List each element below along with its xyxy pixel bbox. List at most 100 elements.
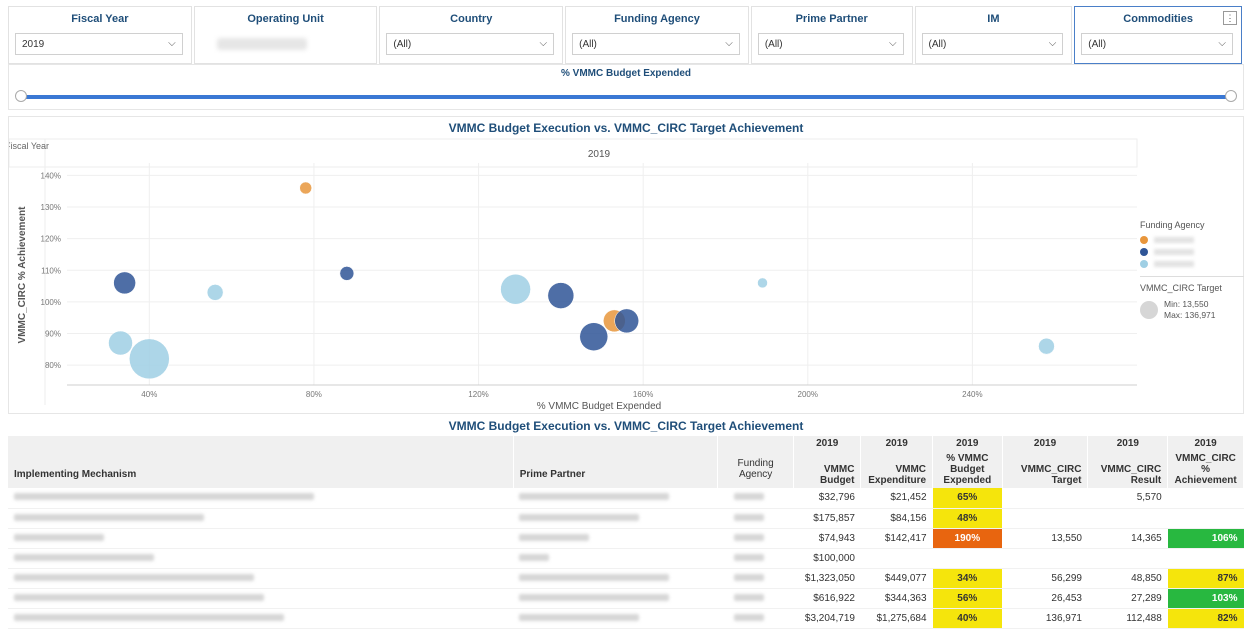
data-point [299, 181, 312, 195]
scatter-chart: Fiscal Year 2019 80% 90% 100% 110% 120% 130% 140… [9, 138, 1138, 412]
x-tick-label: 80% [306, 390, 322, 399]
filter-funding-agency: Funding Agency (All) ⌵ [565, 6, 749, 64]
filter-title: Fiscal Year [71, 13, 129, 25]
table-row[interactable]: $3,204,719 $1,275,684 40% 136,971 112,488 82% [8, 608, 1244, 629]
data-point [500, 273, 531, 305]
agency-cell [717, 488, 794, 509]
chevron-down-icon: ⌵ [725, 38, 733, 49]
year-label: 2019 [793, 436, 862, 451]
col-circ-result[interactable]: VMMC_CIRC Result [1087, 451, 1169, 488]
size-range: Min: 13,550 Max: 136,971 [1164, 299, 1216, 321]
table-body: $32,796 $21,452 65% 5,570 $175,857 $84,156 48%… [8, 488, 1244, 629]
more-options-icon[interactable]: ⋮ [1223, 11, 1237, 25]
col-prime-partner[interactable]: Prime Partner [513, 436, 719, 488]
y-axis-label: VMMC_CIRC % Achievement [17, 206, 28, 344]
chevron-down-icon: ⌵ [1048, 38, 1057, 49]
result-cell: 27,289 [1087, 588, 1168, 609]
filter-country: Country (All) ⌵ [379, 6, 564, 64]
funding-agency-select[interactable]: (All) ⌵ [572, 33, 740, 55]
filter-title: Commodities [1123, 13, 1193, 25]
slider-title: % VMMC Budget Expended [560, 68, 691, 79]
filter-title: Prime Partner [795, 13, 868, 25]
table-row[interactable]: $32,796 $21,452 65% 5,570 [8, 488, 1244, 509]
pct-expended-cell: 48% [932, 508, 1003, 529]
legend-label [1154, 249, 1194, 255]
mechanism-cell [8, 588, 514, 609]
budget-expended-slider-panel: % VMMC Budget Expended [8, 64, 1244, 110]
commodities-select[interactable]: (All) ⌵ [1081, 33, 1233, 55]
data-point [547, 282, 575, 309]
country-select[interactable]: (All) ⌵ [386, 33, 555, 55]
scatter-chart-panel: VMMC Budget Execution vs. VMMC_CIRC Targ… [8, 116, 1244, 414]
table-row[interactable]: $616,922 $344,363 56% 26,453 27,289 103% [8, 588, 1244, 609]
legend-item [1140, 236, 1244, 244]
slider-track[interactable] [21, 95, 1231, 99]
result-cell [1087, 548, 1168, 569]
partner-cell [513, 528, 718, 549]
im-select[interactable]: (All) ⌵ [921, 33, 1064, 55]
legend-size-title: VMMC_CIRC Target [1140, 283, 1222, 293]
target-cell [1002, 548, 1088, 569]
prime-partner-select[interactable]: (All) ⌵ [757, 33, 904, 55]
filter-title: IM [987, 13, 1000, 25]
operating-unit-select[interactable] [216, 38, 307, 50]
fiscal-year-select[interactable]: 2019 ⌵ [15, 33, 183, 55]
mechanism-cell [8, 488, 514, 509]
data-point [1038, 337, 1055, 355]
result-cell: 5,570 [1087, 488, 1168, 509]
filter-title: Funding Agency [614, 13, 700, 25]
y-tick-label: 100% [41, 298, 61, 307]
col-circ-achievement[interactable]: VMMC_CIRC % Achievement [1167, 451, 1244, 488]
result-cell [1087, 508, 1168, 529]
legend-swatch [1140, 260, 1148, 268]
pct-expended-cell: 56% [932, 588, 1003, 609]
col-implementing-mechanism[interactable]: Implementing Mechanism [8, 436, 514, 488]
col-vmmc-budget[interactable]: VMMC Budget [793, 451, 862, 488]
target-cell: 56,299 [1002, 568, 1088, 589]
partner-cell [513, 548, 718, 569]
expenditure-cell: $142,417 [860, 528, 933, 549]
budget-cell: $1,323,050 [793, 568, 861, 589]
col-circ-target[interactable]: VMMC_CIRC Target [1002, 451, 1089, 488]
x-tick-label: 200% [798, 390, 818, 399]
chevron-down-icon: ⌵ [1218, 38, 1226, 49]
table-row[interactable]: $1,323,050 $449,077 34% 56,299 48,850 87% [8, 568, 1244, 589]
col-pct-budget-expended[interactable]: % VMMC Budget Expended [932, 451, 1003, 488]
target-cell: 136,971 [1002, 608, 1088, 629]
slider-min-handle[interactable] [15, 90, 27, 102]
fiscal-year-value: 2019 [588, 149, 611, 160]
chevron-down-icon: ⌵ [539, 38, 548, 49]
x-tick-label: 160% [633, 390, 653, 399]
expenditure-cell [860, 548, 933, 569]
filter-bar: Fiscal Year 2019 ⌵ Operating Unit Country… [8, 6, 1244, 64]
budget-cell: $74,943 [793, 528, 861, 549]
agency-cell [717, 508, 794, 529]
achievement-cell [1167, 508, 1244, 529]
data-point [113, 271, 136, 295]
slider-max-handle[interactable] [1225, 90, 1237, 102]
partner-cell [513, 568, 718, 589]
y-tick-label: 80% [45, 361, 61, 370]
partner-cell [513, 508, 718, 529]
pct-expended-cell: 65% [932, 488, 1003, 509]
size-max: Max: 136,971 [1164, 310, 1216, 320]
chevron-down-icon: ⌵ [888, 38, 897, 49]
table-row[interactable]: $100,000 [8, 548, 1244, 569]
mechanism-cell [8, 528, 514, 549]
legend-agency-title: Funding Agency [1140, 220, 1205, 230]
table-row[interactable]: $175,857 $84,156 48% [8, 508, 1244, 529]
select-value: (All) [764, 39, 783, 50]
achievement-cell [1167, 488, 1244, 509]
budget-cell: $32,796 [793, 488, 861, 509]
target-cell [1002, 508, 1088, 529]
col-vmmc-expenditure[interactable]: VMMC Expenditure [860, 451, 934, 488]
table-row[interactable]: $74,943 $142,417 190% 13,550 14,365 106% [8, 528, 1244, 549]
select-value: 2019 [22, 39, 45, 50]
budget-cell: $616,922 [793, 588, 861, 609]
data-table: Implementing Mechanism Prime Partner Fun… [8, 436, 1244, 629]
legend-item [1140, 248, 1244, 256]
col-funding-agency[interactable]: Funding Agency [717, 436, 794, 488]
chevron-down-icon: ⌵ [168, 38, 176, 49]
pct-expended-cell: 34% [932, 568, 1003, 589]
filter-title: Operating Unit [247, 13, 324, 25]
